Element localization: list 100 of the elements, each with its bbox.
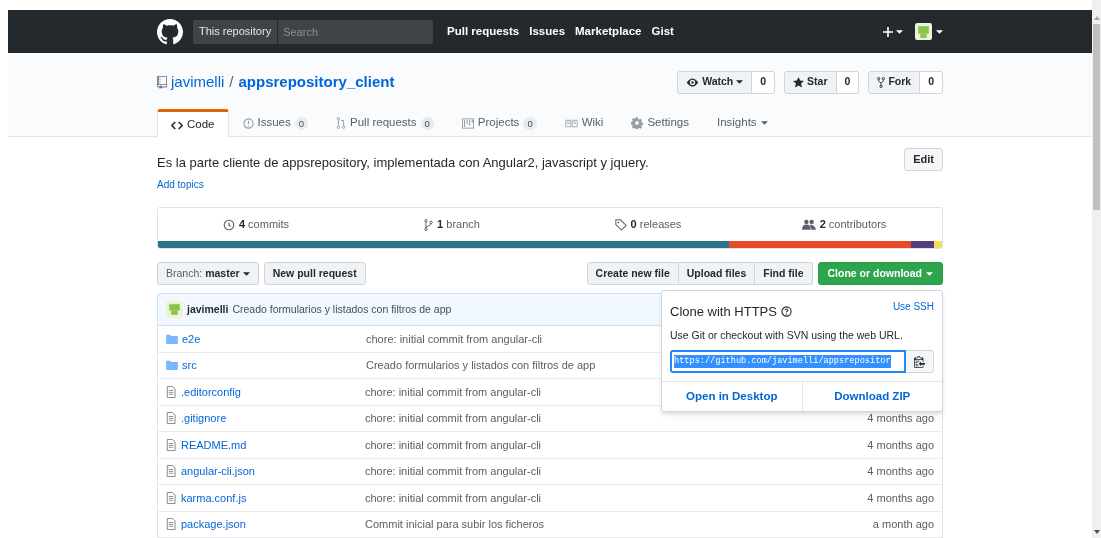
new-menu-button[interactable] xyxy=(882,25,903,38)
commit-message-link[interactable]: chore: initial commit from angular-cli xyxy=(365,438,542,451)
repository-name-link[interactable]: appsrepository_client xyxy=(238,70,395,94)
nav-link[interactable]: Marketplace xyxy=(575,22,642,41)
caret-icon xyxy=(242,271,250,276)
nav-link[interactable]: Pull requests xyxy=(447,22,520,41)
summary-link[interactable]: 4 commits xyxy=(158,216,354,233)
repo-tab[interactable]: Insights xyxy=(702,109,782,137)
open-in-desktop-link[interactable]: Open in Desktop xyxy=(662,382,802,412)
repo-tab[interactable]: Wiki xyxy=(550,109,618,137)
commit-message-link[interactable]: chore: initial commit from angular-cli xyxy=(365,385,542,398)
folder-icon xyxy=(166,333,178,344)
use-ssh-link[interactable]: Use SSH xyxy=(892,299,934,314)
file-icon xyxy=(166,518,176,531)
repo-tab[interactable]: Code xyxy=(157,109,229,138)
star-button[interactable]: Star xyxy=(784,70,837,94)
repo-tab[interactable]: Settings xyxy=(617,109,703,137)
file-icon xyxy=(166,385,176,398)
repo-tab[interactable]: Projects 0 xyxy=(447,109,551,137)
commit-message-link[interactable]: Creado formularios y listados con filtros de app xyxy=(366,359,596,371)
avatar-icon xyxy=(915,23,932,40)
commit-age: a month ago xyxy=(872,517,934,532)
file-name-link[interactable]: e2e xyxy=(182,332,201,345)
commit-message-link[interactable]: chore: initial commit from angular-cli xyxy=(366,332,543,345)
file-name-link[interactable]: package.json xyxy=(181,518,246,530)
scrollbar[interactable] xyxy=(1092,0,1101,538)
edit-button[interactable]: Edit xyxy=(904,148,943,171)
avatar-icon xyxy=(166,301,183,318)
file-name-link[interactable]: karma.conf.js xyxy=(181,491,247,504)
file-name-link[interactable]: README.md xyxy=(181,438,247,451)
caret-icon xyxy=(736,80,744,84)
folder-icon xyxy=(166,360,178,371)
board-icon xyxy=(461,117,474,129)
gear-icon xyxy=(631,117,644,129)
commit-age: 4 months ago xyxy=(867,490,934,506)
caret-icon xyxy=(896,29,903,34)
eye-icon xyxy=(686,77,700,87)
pull-request-icon xyxy=(336,117,347,129)
file-icon xyxy=(166,412,176,425)
nav-link[interactable]: Gist xyxy=(651,22,674,41)
social-count[interactable]: 0 xyxy=(752,70,776,94)
clone-title: Clone with HTTPS xyxy=(670,303,777,321)
summary-link[interactable]: 0 releases xyxy=(550,216,746,233)
file-name-link[interactable]: src xyxy=(182,359,197,371)
commit-author-link[interactable]: javimelli xyxy=(187,301,229,318)
commit-message-link[interactable]: chore: initial commit from angular-cli xyxy=(365,491,542,504)
counter-badge: 0 xyxy=(294,116,309,130)
fork-button[interactable]: Fork xyxy=(868,70,921,94)
tag-icon xyxy=(614,218,627,231)
branch-icon xyxy=(424,218,434,231)
owner-link[interactable]: javimelli xyxy=(171,70,225,94)
file-icon xyxy=(166,438,176,451)
copy-to-clipboard-button[interactable] xyxy=(906,350,934,374)
file-action-button[interactable]: Find file xyxy=(755,262,813,285)
caret-icon xyxy=(936,29,943,34)
repository-description: Es la parte cliente de appsrepository, implementada con Angular2, javascript y jquery. xyxy=(157,154,650,172)
summary-link[interactable]: 2 contributors xyxy=(746,216,942,233)
file-name-link[interactable]: .gitignore xyxy=(181,412,227,424)
code-icon xyxy=(171,120,183,130)
repo-tab[interactable]: Pull requests 0 xyxy=(322,109,448,137)
fork-icon xyxy=(877,76,886,88)
star-icon xyxy=(793,76,805,88)
nav-link[interactable]: Issues xyxy=(529,22,566,41)
clone-hint: Use Git or checkout with SVN using the web URL. xyxy=(670,327,904,343)
commit-message-link[interactable]: chore: initial commit from angular-cli xyxy=(365,412,542,424)
scroll-down-icon[interactable] xyxy=(1093,530,1100,534)
download-zip-link[interactable]: Download ZIP xyxy=(801,382,942,412)
repo-tab[interactable]: Issues 0 xyxy=(228,109,323,137)
plus-icon xyxy=(882,25,894,38)
caret-icon xyxy=(760,121,768,125)
file-icon xyxy=(166,465,176,478)
people-icon xyxy=(801,219,816,230)
file-name-link[interactable]: .editorconfig xyxy=(181,385,241,398)
search-scope[interactable]: This repository xyxy=(193,19,279,44)
file-name-link[interactable]: angular-cli.json xyxy=(181,465,255,477)
commit-message-link[interactable]: chore: initial commit from angular-cli xyxy=(365,465,542,477)
file-action-button[interactable]: Create new file xyxy=(586,262,679,285)
commit-age: 4 months ago xyxy=(867,464,934,479)
search-field[interactable]: Search xyxy=(278,19,433,44)
summary-link[interactable]: 1 branch xyxy=(354,216,550,233)
help-icon[interactable] xyxy=(780,306,792,317)
commit-message-link[interactable]: Commit inicial para subir los ficheros xyxy=(365,518,545,530)
watch-button[interactable]: Watch xyxy=(677,70,753,94)
commit-message-link[interactable]: Creado formularios y listados con filtros de app xyxy=(232,301,452,318)
file-action-button[interactable]: Upload files xyxy=(678,262,756,285)
octocat-logo-icon[interactable] xyxy=(157,18,183,45)
counter-badge: 0 xyxy=(420,116,434,130)
commit-age: 4 months ago xyxy=(867,411,934,426)
caret-icon xyxy=(926,271,933,276)
new-pull-request-button[interactable]: New pull request xyxy=(263,262,366,285)
book-icon xyxy=(564,118,578,128)
branch-select-button[interactable]: Branch: master xyxy=(157,262,259,285)
profile-menu-button[interactable] xyxy=(915,23,943,40)
scrollbar-thumb[interactable] xyxy=(1093,24,1100,210)
path-separator: / xyxy=(229,71,234,92)
social-count[interactable]: 0 xyxy=(836,70,860,94)
file-icon xyxy=(166,491,176,504)
social-count[interactable]: 0 xyxy=(920,70,943,94)
add-topics-link[interactable]: Add topics xyxy=(157,177,905,192)
counter-badge: 0 xyxy=(523,116,537,130)
